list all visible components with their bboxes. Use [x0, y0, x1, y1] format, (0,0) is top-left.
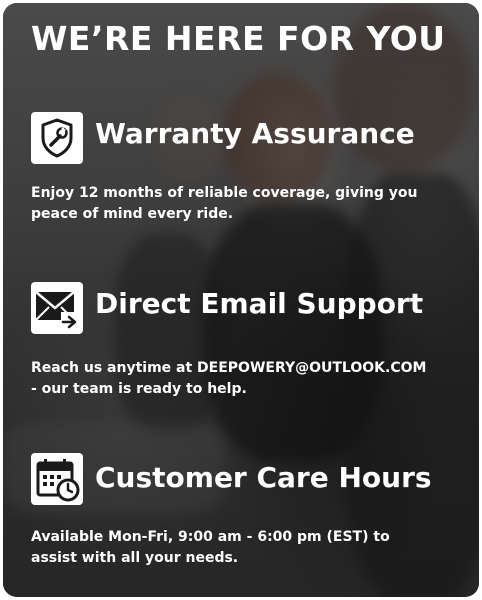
warranty-title: Warranty Assurance [95, 117, 415, 150]
email-support-text-line-1: Reach us anytime at DEEPOWERY@OUTLOOK.CO… [31, 360, 427, 376]
calendar-clock-icon [31, 453, 83, 505]
care-hours-title: Customer Care Hours [95, 461, 432, 494]
warranty-text-line-2: peace of mind every ride. [31, 206, 234, 222]
warranty-text-line-1: Enjoy 12 months of reliable coverage, gi… [31, 185, 418, 201]
headline: WE’RE HERE FOR YOU [31, 19, 446, 58]
email-support-text: Reach us anytime at DEEPOWERY@OUTLOOK.CO… [31, 358, 471, 400]
email-support-text-line-2: - our team is ready to help. [31, 381, 247, 397]
shield-wrench-icon [31, 112, 83, 164]
email-support-title: Direct Email Support [95, 287, 424, 320]
care-hours-text: Available Mon-Fri, 9:00 am - 6:00 pm (ES… [31, 527, 471, 569]
care-hours-text-line-1: Available Mon-Fri, 9:00 am - 6:00 pm (ES… [31, 529, 390, 545]
promo-card: WE’RE HERE FOR YOU Warranty Assurance En… [3, 3, 479, 597]
care-hours-text-line-2: assist with all your needs. [31, 550, 239, 566]
card-content: WE’RE HERE FOR YOU Warranty Assurance En… [3, 3, 479, 597]
warranty-text: Enjoy 12 months of reliable coverage, gi… [31, 183, 471, 225]
email-forward-icon [31, 282, 83, 334]
